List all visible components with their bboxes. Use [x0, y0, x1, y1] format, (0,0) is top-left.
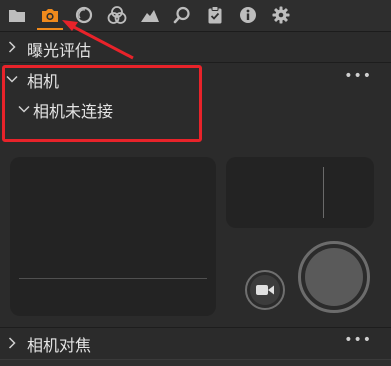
chevron-right-icon[interactable]	[8, 337, 16, 349]
section-menu-button[interactable]: •••	[344, 332, 372, 348]
details-tab[interactable]	[171, 4, 193, 26]
divider	[19, 278, 207, 279]
mountain-icon	[141, 10, 159, 22]
info-icon	[240, 7, 256, 23]
section-title[interactable]: 相机对焦	[27, 332, 91, 356]
slider-track[interactable]	[323, 167, 324, 218]
library-tab[interactable]	[6, 4, 28, 26]
circle-icon	[75, 6, 93, 24]
camera-focus-section: 相机对焦 •••	[0, 328, 391, 358]
live-view-panel	[10, 157, 216, 316]
capture-tab[interactable]	[39, 4, 61, 26]
camera-icon	[42, 9, 58, 22]
folder-icon	[9, 10, 25, 22]
gear-icon	[272, 6, 290, 24]
clipboard-icon	[208, 6, 222, 24]
color-circles-icon	[107, 6, 127, 24]
tool-tab-bar	[0, 0, 391, 32]
active-tab-indicator	[37, 28, 63, 30]
chevron-right-icon[interactable]	[8, 41, 16, 53]
settings-tab[interactable]	[270, 4, 292, 26]
video-camera-icon	[256, 285, 274, 295]
metadata-tab[interactable]	[237, 4, 259, 26]
search-icon	[173, 6, 190, 24]
video-record-button[interactable]	[245, 270, 285, 310]
section-menu-button[interactable]: •••	[344, 68, 372, 84]
highlight-annotation-box	[2, 65, 202, 142]
camera-control-panel	[226, 157, 374, 228]
exposure-evaluation-section: 曝光评估	[0, 32, 391, 63]
section-title[interactable]: 曝光评估	[27, 37, 91, 61]
lens-tab[interactable]	[73, 4, 95, 26]
adjustments-tab[interactable]	[204, 4, 226, 26]
shutter-button[interactable]	[298, 241, 370, 313]
color-tab[interactable]	[106, 4, 128, 26]
exposure-tab[interactable]	[139, 4, 161, 26]
